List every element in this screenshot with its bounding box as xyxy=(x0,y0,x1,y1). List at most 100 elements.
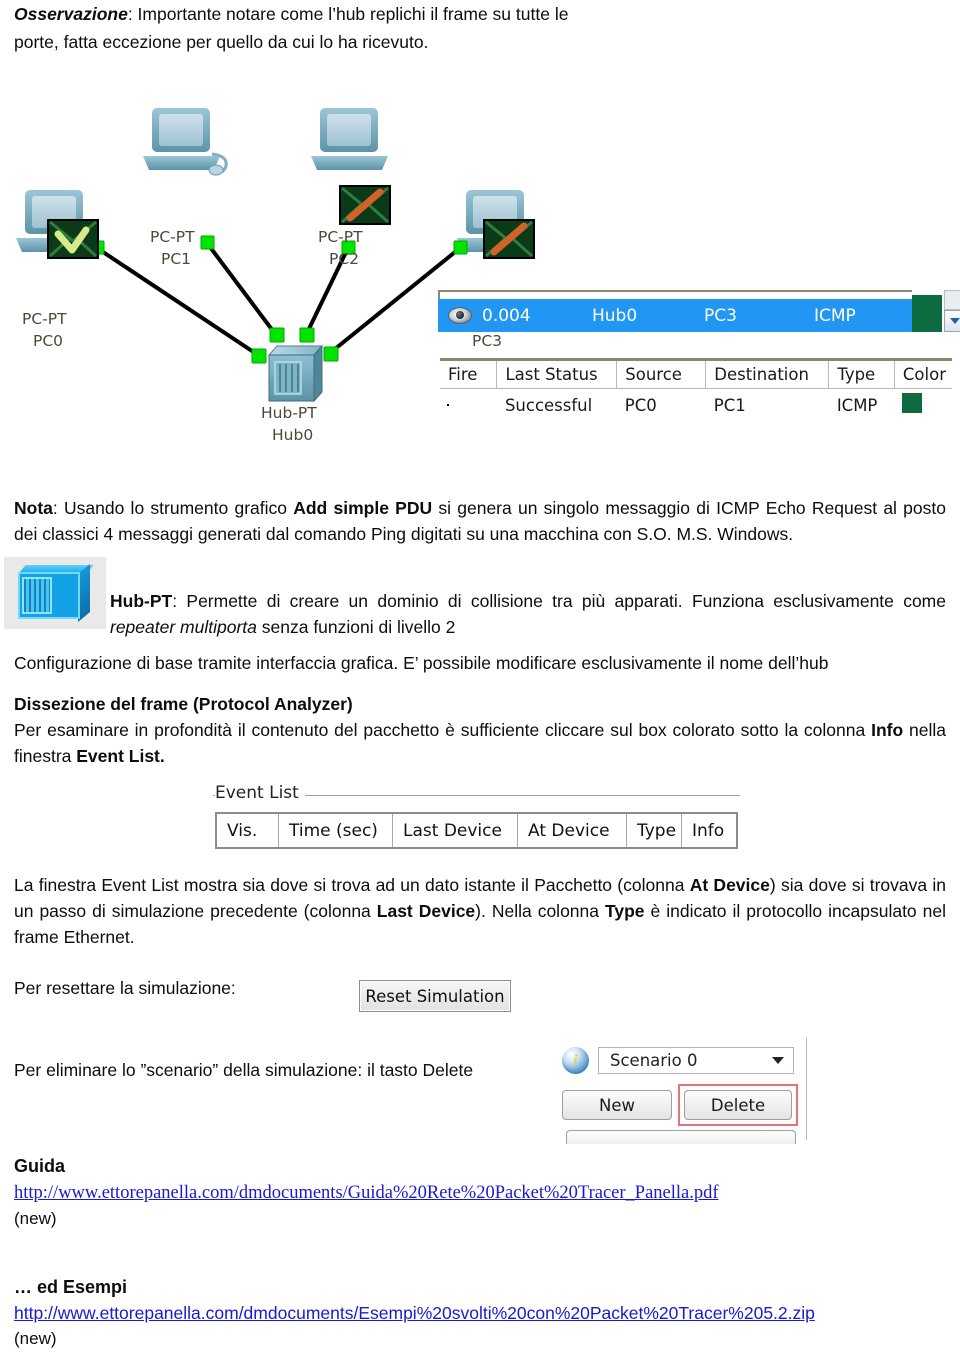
event-col-at-device[interactable]: At Device xyxy=(518,814,627,847)
hub-glyph-ports xyxy=(22,577,52,614)
event-col-vis[interactable]: Vis. xyxy=(217,814,279,847)
event-list-panel: Event List Vis. Time (sec) Last Device A… xyxy=(213,783,740,853)
new-scenario-button[interactable]: New xyxy=(562,1090,672,1120)
event-list-caption: Event List xyxy=(215,783,305,803)
event-col-last-device[interactable]: Last Device xyxy=(393,814,518,847)
event-list-explanation-paragraph: La finestra Event List mostra sia dove s… xyxy=(14,872,946,950)
hub-italic-repeater: repeater multiporta xyxy=(110,617,257,637)
hub-pt-glyph xyxy=(16,563,94,623)
hub-part1: : Permette di creare un dominio di colli… xyxy=(172,591,946,611)
delete-scenario-button[interactable]: Delete xyxy=(684,1090,792,1120)
scenario-selected-value: Scenario 0 xyxy=(610,1051,698,1070)
event-list-strip-top-edge xyxy=(438,290,912,299)
hub-pt-label: Hub-PT xyxy=(110,591,173,611)
event-row-time: 0.004 xyxy=(482,305,531,326)
guida-link[interactable]: http://www.ettorepanella.com/dmdocuments… xyxy=(14,1180,719,1206)
observation-paragraph: Osservazione: Importante notare come l’h… xyxy=(14,0,574,56)
node-label-pc0-type: PC-PT xyxy=(22,310,67,328)
nota-label: Nota xyxy=(14,498,53,518)
pdu-envelope-pc0 xyxy=(47,219,99,259)
pdu-list-table: Fire Last Status Source Destination Type… xyxy=(440,358,952,421)
dissezione-paragraph: Per esaminare in profondità il contenuto… xyxy=(14,717,946,769)
evexpl-part1: La finestra Event List mostra sia dove s… xyxy=(14,875,690,895)
pdu-cell-destination: PC1 xyxy=(705,388,829,421)
dissezione-heading: Dissezione del frame (Protocol Analyzer) xyxy=(14,694,353,714)
nota-paragraph: Nota: Usando lo strumento grafico Add si… xyxy=(14,495,946,547)
eye-icon[interactable] xyxy=(448,307,472,324)
delete-button-highlight: Delete xyxy=(678,1084,798,1126)
node-label-pc1-name: PC1 xyxy=(161,250,192,268)
esempi-note: (new) xyxy=(14,1329,57,1348)
dissezione-part1: Per esaminare in profondità il contenuto… xyxy=(14,720,872,740)
esempi-heading: … ed Esempi xyxy=(14,1277,128,1297)
pdu-col-last-status[interactable]: Last Status xyxy=(496,361,618,389)
pdu-envelope-pc2 xyxy=(339,185,391,225)
pdu-col-color[interactable]: Color xyxy=(894,361,952,389)
pdu-cell-fire[interactable] xyxy=(440,388,497,421)
guida-heading: Guida xyxy=(14,1156,66,1176)
hub-part2: senza funzioni di livello 2 xyxy=(256,617,456,637)
diagram-link-status-dots xyxy=(90,235,468,364)
pdu-envelope-pc3 xyxy=(483,219,535,259)
diagram-node-hub0 xyxy=(267,344,324,403)
pdu-cell-source: PC0 xyxy=(616,388,706,421)
nota-bold-add-simple-pdu: Add simple PDU xyxy=(293,498,433,518)
pdu-col-destination[interactable]: Destination xyxy=(705,361,830,389)
event-col-time[interactable]: Time (sec) xyxy=(279,814,393,847)
chevron-down-icon xyxy=(950,318,960,324)
pdu-col-fire[interactable]: Fire xyxy=(440,361,498,389)
node-label-pc1-type: PC-PT xyxy=(150,228,195,246)
hub-pt-paragraph: Hub-PT: Permette di creare un dominio di… xyxy=(110,588,946,640)
pdu-table-header-row: Fire Last Status Source Destination Type… xyxy=(440,361,952,389)
dissezione-bold-info: Info xyxy=(871,720,904,740)
pdu-cell-last-status: Successful xyxy=(496,388,617,421)
info-icon[interactable] xyxy=(562,1047,589,1074)
reset-simulation-label: Per resettare la simulazione: xyxy=(14,978,236,998)
hub-pt-icon xyxy=(4,557,106,629)
scenario-dropdown[interactable]: Scenario 0 xyxy=(598,1047,794,1074)
table-row[interactable]: Successful PC0 PC1 ICMP xyxy=(440,388,952,421)
reset-simulation-button[interactable]: Reset Simulation xyxy=(359,980,511,1012)
event-row-info-color-swatch[interactable] xyxy=(912,290,942,332)
pdu-color-swatch xyxy=(902,393,923,413)
event-col-info[interactable]: Info xyxy=(682,814,736,847)
evexpl-bold-type: Type xyxy=(604,901,645,921)
observation-label: Osservazione xyxy=(14,4,128,24)
evexpl-bold-last-device: Last Device xyxy=(376,901,476,921)
node-label-hub0-type: Hub-PT xyxy=(261,404,317,422)
event-row-at-device: PC3 xyxy=(704,305,737,326)
scrollbar-track[interactable] xyxy=(944,290,960,310)
event-list-selected-row-strip: 0.004 Hub0 PC3 ICMP xyxy=(438,290,960,338)
node-label-pc0-name: PC0 xyxy=(33,332,64,350)
swatch-notch xyxy=(912,290,942,295)
evexpl-bold-at-device: At Device xyxy=(689,875,770,895)
diagram-node-pc1 xyxy=(143,108,228,176)
esempi-link[interactable]: http://www.ettorepanella.com/dmdocuments… xyxy=(14,1300,815,1326)
document-page: Osservazione: Importante notare come l’h… xyxy=(0,0,960,1350)
event-row-last-device: Hub0 xyxy=(592,305,638,326)
event-row-type: ICMP xyxy=(814,305,856,326)
chevron-down-icon xyxy=(772,1057,784,1064)
nota-part1: : Usando lo strumento grafico xyxy=(52,498,294,518)
event-list-header-row: Vis. Time (sec) Last Device At Device Ty… xyxy=(215,812,738,849)
pdu-cell-color xyxy=(894,388,952,421)
event-list-scrollbar[interactable] xyxy=(944,290,960,334)
scrollbar-down-button[interactable] xyxy=(944,310,960,332)
pdu-cell-type: ICMP xyxy=(828,388,895,421)
node-label-hub0-name: Hub0 xyxy=(272,426,314,444)
node-label-pc2-name: PC2 xyxy=(329,250,360,268)
event-col-type[interactable]: Type xyxy=(627,814,682,847)
pdu-col-source[interactable]: Source xyxy=(616,361,707,389)
scenario-partial-button[interactable] xyxy=(566,1130,796,1144)
event-row-vis-cell[interactable] xyxy=(438,307,482,324)
pdu-col-type[interactable]: Type xyxy=(828,361,895,389)
scenario-selector-row: Scenario 0 xyxy=(562,1044,802,1077)
scenario-widget: Scenario 0 New Delete xyxy=(556,1038,807,1144)
guida-note: (new) xyxy=(14,1209,57,1228)
evexpl-part3: ). Nella colonna xyxy=(475,901,605,921)
hub-pt-config-line: Configurazione di base tramite interfacc… xyxy=(14,653,829,673)
scenario-button-row: New Delete xyxy=(562,1084,806,1126)
scenario-delete-label: Per eliminare lo ”scenario” della simula… xyxy=(14,1060,474,1080)
node-label-pc2-type: PC-PT xyxy=(318,228,363,246)
event-list-selected-row[interactable]: 0.004 Hub0 PC3 ICMP xyxy=(438,299,912,332)
